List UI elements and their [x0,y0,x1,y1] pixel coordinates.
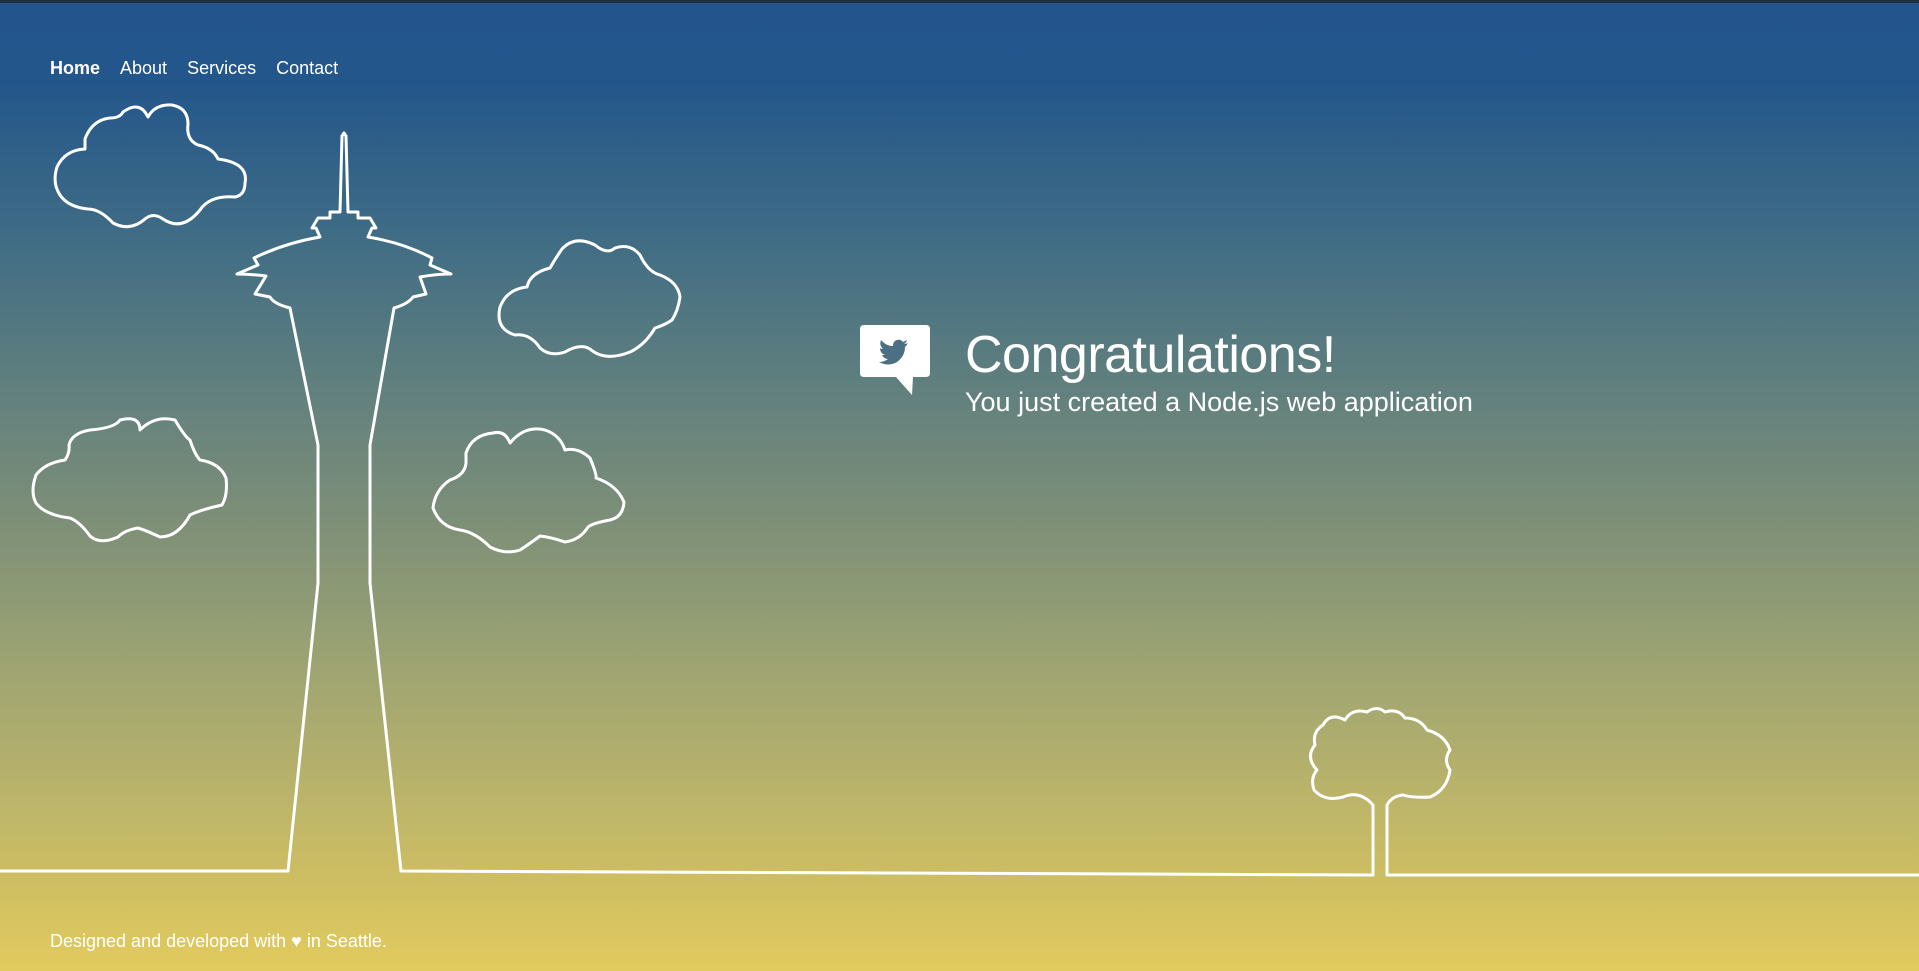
ground-line [0,131,1919,877]
cloud-middle-right [431,427,626,554]
hero-subtitle: You just created a Node.js web applicati… [965,387,1473,417]
hero-section: Congratulations! You just created a Node… [860,325,1473,419]
cloud-top-right [497,239,682,358]
cloud-middle-left [31,417,228,543]
footer-text: Designed and developed with ♥ in Seattle… [50,931,387,951]
seattle-skyline-illustration [0,103,1919,877]
cloud-top-left [53,103,247,229]
hero-title: Congratulations! [965,326,1336,384]
twitter-bird-speech-bubble-icon [860,325,930,395]
